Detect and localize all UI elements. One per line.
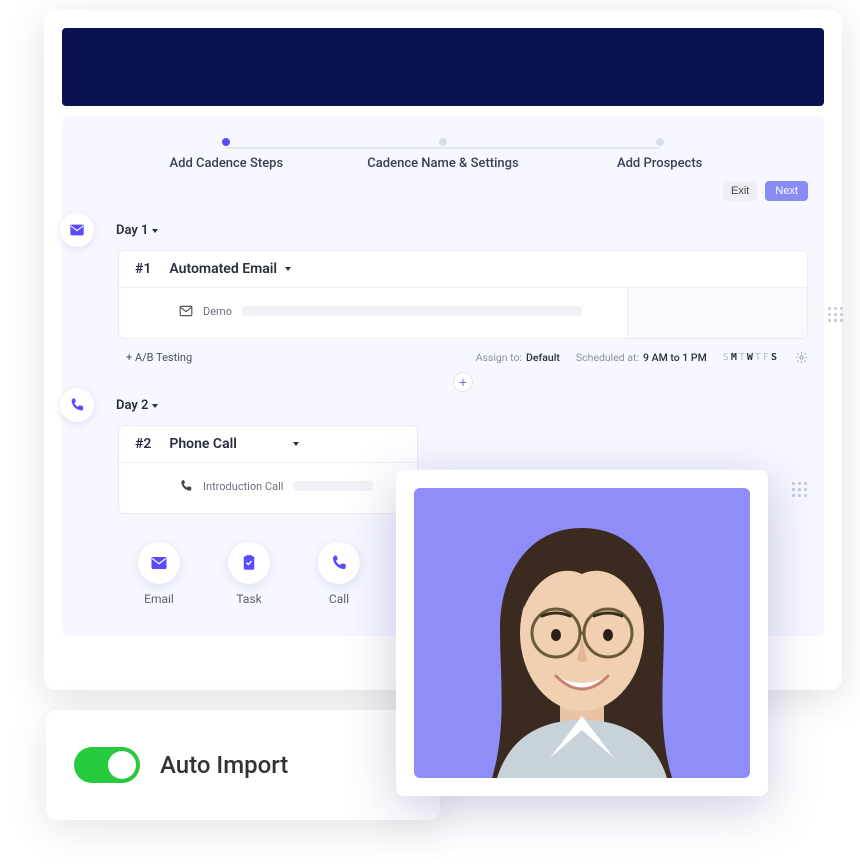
step-subject-1: Demo bbox=[203, 305, 232, 318]
email-outline-icon bbox=[179, 304, 193, 318]
step-type-dropdown-1[interactable]: Automated Email bbox=[169, 261, 291, 277]
scheduled-at[interactable]: Scheduled at: 9 AM to 1 PM bbox=[576, 351, 707, 364]
step-card-2: #2 Phone Call Introduction Call bbox=[118, 425, 418, 514]
assign-to-value: Default bbox=[526, 351, 560, 364]
toggle-knob bbox=[108, 751, 136, 779]
add-step-button[interactable]: + bbox=[453, 372, 473, 392]
action-call[interactable]: Call bbox=[318, 542, 360, 606]
action-task-label: Task bbox=[236, 592, 261, 606]
action-email-label: Email bbox=[144, 592, 174, 606]
chevron-down-icon bbox=[152, 404, 158, 408]
task-icon bbox=[240, 554, 258, 572]
gear-icon[interactable] bbox=[795, 351, 808, 364]
action-task[interactable]: Task bbox=[228, 542, 270, 606]
step-type-dropdown-2[interactable]: Phone Call bbox=[169, 436, 299, 452]
day-marker-icon-1 bbox=[60, 213, 94, 247]
avatar-card bbox=[396, 470, 768, 796]
auto-import-card: Auto Import bbox=[46, 710, 440, 820]
add-step-between: + bbox=[118, 372, 808, 392]
ab-testing-link[interactable]: + A/B Testing bbox=[126, 351, 192, 364]
exit-button[interactable]: Exit bbox=[723, 181, 757, 201]
drag-handle-2[interactable] bbox=[792, 482, 807, 497]
stepper-dot-3 bbox=[656, 138, 664, 146]
step-number-1: #1 bbox=[135, 261, 151, 277]
scheduled-at-key: Scheduled at: bbox=[576, 351, 639, 364]
step-body-side-1 bbox=[627, 288, 807, 338]
days-of-week[interactable]: SMTWTFS bbox=[723, 352, 779, 363]
day-label-2[interactable]: Day 2 bbox=[116, 398, 158, 413]
step-number-2: #2 bbox=[135, 436, 151, 452]
stepper: Add Cadence Steps Cadence Name & Setting… bbox=[78, 132, 808, 171]
step-body-1[interactable]: Demo bbox=[119, 288, 627, 338]
assign-to[interactable]: Assign to: Default bbox=[476, 351, 560, 364]
phone-icon bbox=[330, 554, 348, 572]
auto-import-label: Auto Import bbox=[160, 751, 288, 779]
stepper-label-1: Add Cadence Steps bbox=[170, 156, 284, 171]
step-header-2: #2 Phone Call bbox=[119, 426, 417, 463]
stepper-actions: Exit Next bbox=[78, 181, 808, 201]
step-body-2[interactable]: Introduction Call bbox=[119, 463, 417, 513]
step-header-1: #1 Automated Email bbox=[119, 251, 807, 288]
step-subject-2: Introduction Call bbox=[203, 480, 283, 493]
avatar-image bbox=[414, 488, 750, 778]
subject-placeholder-1 bbox=[242, 306, 582, 316]
subject-placeholder-2 bbox=[293, 481, 373, 491]
day-label-1[interactable]: Day 1 bbox=[116, 223, 158, 238]
stepper-label-2: Cadence Name & Settings bbox=[367, 156, 518, 171]
auto-import-toggle[interactable] bbox=[74, 747, 140, 783]
action-call-label: Call bbox=[329, 592, 349, 606]
stepper-dot-1 bbox=[222, 138, 230, 146]
stepper-step-1[interactable]: Add Cadence Steps bbox=[118, 138, 335, 171]
phone-icon bbox=[179, 479, 193, 493]
step-card-1: #1 Automated Email Demo bbox=[118, 250, 808, 339]
step-type-label-1: Automated Email bbox=[169, 261, 277, 277]
drag-handle-1[interactable] bbox=[828, 307, 843, 322]
stepper-label-3: Add Prospects bbox=[617, 156, 702, 171]
scheduled-at-value: 9 AM to 1 PM bbox=[643, 351, 707, 364]
step-footer-1: + A/B Testing Assign to: Default Schedul… bbox=[118, 351, 808, 364]
step-type-label-2: Phone Call bbox=[169, 436, 237, 452]
assign-to-key: Assign to: bbox=[476, 351, 522, 364]
action-email[interactable]: Email bbox=[138, 542, 180, 606]
day-group-1: Day 1 #1 Automated Email Demo bbox=[78, 219, 808, 392]
avatar-illustration bbox=[432, 498, 732, 778]
day-label-text-2: Day 2 bbox=[116, 398, 148, 413]
next-button[interactable]: Next bbox=[765, 181, 808, 201]
stepper-dot-2 bbox=[439, 138, 447, 146]
chevron-down-icon bbox=[293, 442, 299, 446]
phone-icon bbox=[69, 397, 85, 413]
app-header-bar bbox=[62, 28, 824, 106]
email-icon bbox=[150, 554, 168, 572]
chevron-down-icon bbox=[152, 229, 158, 233]
stepper-step-3[interactable]: Add Prospects bbox=[551, 138, 768, 171]
day-label-text-1: Day 1 bbox=[116, 223, 148, 238]
day-marker-icon-2 bbox=[60, 388, 94, 422]
chevron-down-icon bbox=[285, 267, 291, 271]
email-icon bbox=[69, 222, 85, 238]
stepper-step-2[interactable]: Cadence Name & Settings bbox=[335, 138, 552, 171]
